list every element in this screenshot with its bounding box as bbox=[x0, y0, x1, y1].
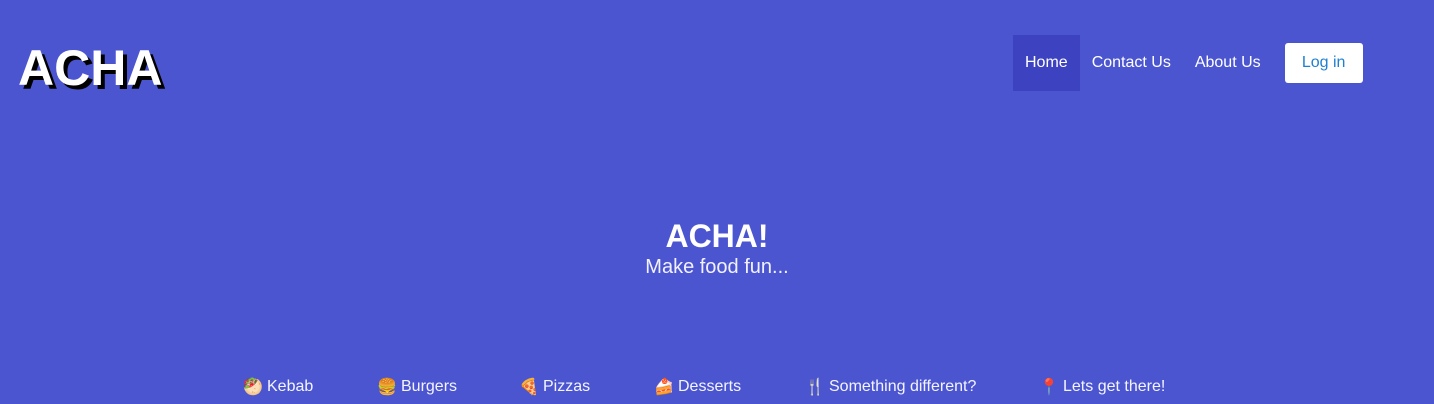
hero-title: ACHA! bbox=[665, 218, 769, 254]
nav-item-home[interactable]: Home bbox=[1013, 35, 1080, 91]
login-button[interactable]: Log in bbox=[1284, 43, 1363, 83]
category-pizzas[interactable]: 🍕 Pizzas bbox=[519, 374, 590, 400]
category-burgers[interactable]: 🍔 Burgers bbox=[377, 374, 457, 400]
cutlery-icon: 🍴 bbox=[805, 379, 825, 396]
main-nav: Home Contact Us About Us Log in bbox=[1013, 35, 1363, 91]
hero-section: ACHA! Make food fun... bbox=[0, 216, 1434, 280]
category-something-different[interactable]: 🍴 Something different? bbox=[805, 374, 976, 400]
category-label: Burgers bbox=[401, 378, 458, 395]
kebab-icon: 🥙 bbox=[243, 379, 263, 396]
nav-item-contact-us[interactable]: Contact Us bbox=[1080, 35, 1183, 91]
pin-icon: 📍 bbox=[1039, 379, 1059, 396]
category-label: Something different? bbox=[829, 378, 977, 395]
category-label: Desserts bbox=[678, 378, 742, 395]
dessert-icon: 🍰 bbox=[654, 379, 674, 396]
category-kebab[interactable]: 🥙 Kebab bbox=[243, 374, 313, 400]
category-label: Kebab bbox=[267, 378, 314, 395]
site-logo[interactable]: ACHA bbox=[18, 40, 162, 96]
category-bar: 🥙 Kebab 🍔 Burgers 🍕 Pizzas 🍰 Desserts 🍴 … bbox=[0, 374, 1434, 400]
category-desserts[interactable]: 🍰 Desserts bbox=[654, 374, 741, 400]
burger-icon: 🍔 bbox=[377, 379, 397, 396]
nav-item-about-us[interactable]: About Us bbox=[1183, 35, 1273, 91]
pizza-icon: 🍕 bbox=[519, 379, 539, 396]
category-label: Lets get there! bbox=[1063, 378, 1166, 395]
hero-subtitle: Make food fun... bbox=[645, 256, 789, 278]
category-lets-get-there[interactable]: 📍 Lets get there! bbox=[1039, 374, 1165, 400]
category-label: Pizzas bbox=[543, 378, 591, 395]
site-header: ACHA Home Contact Us About Us Log in bbox=[0, 0, 1434, 130]
